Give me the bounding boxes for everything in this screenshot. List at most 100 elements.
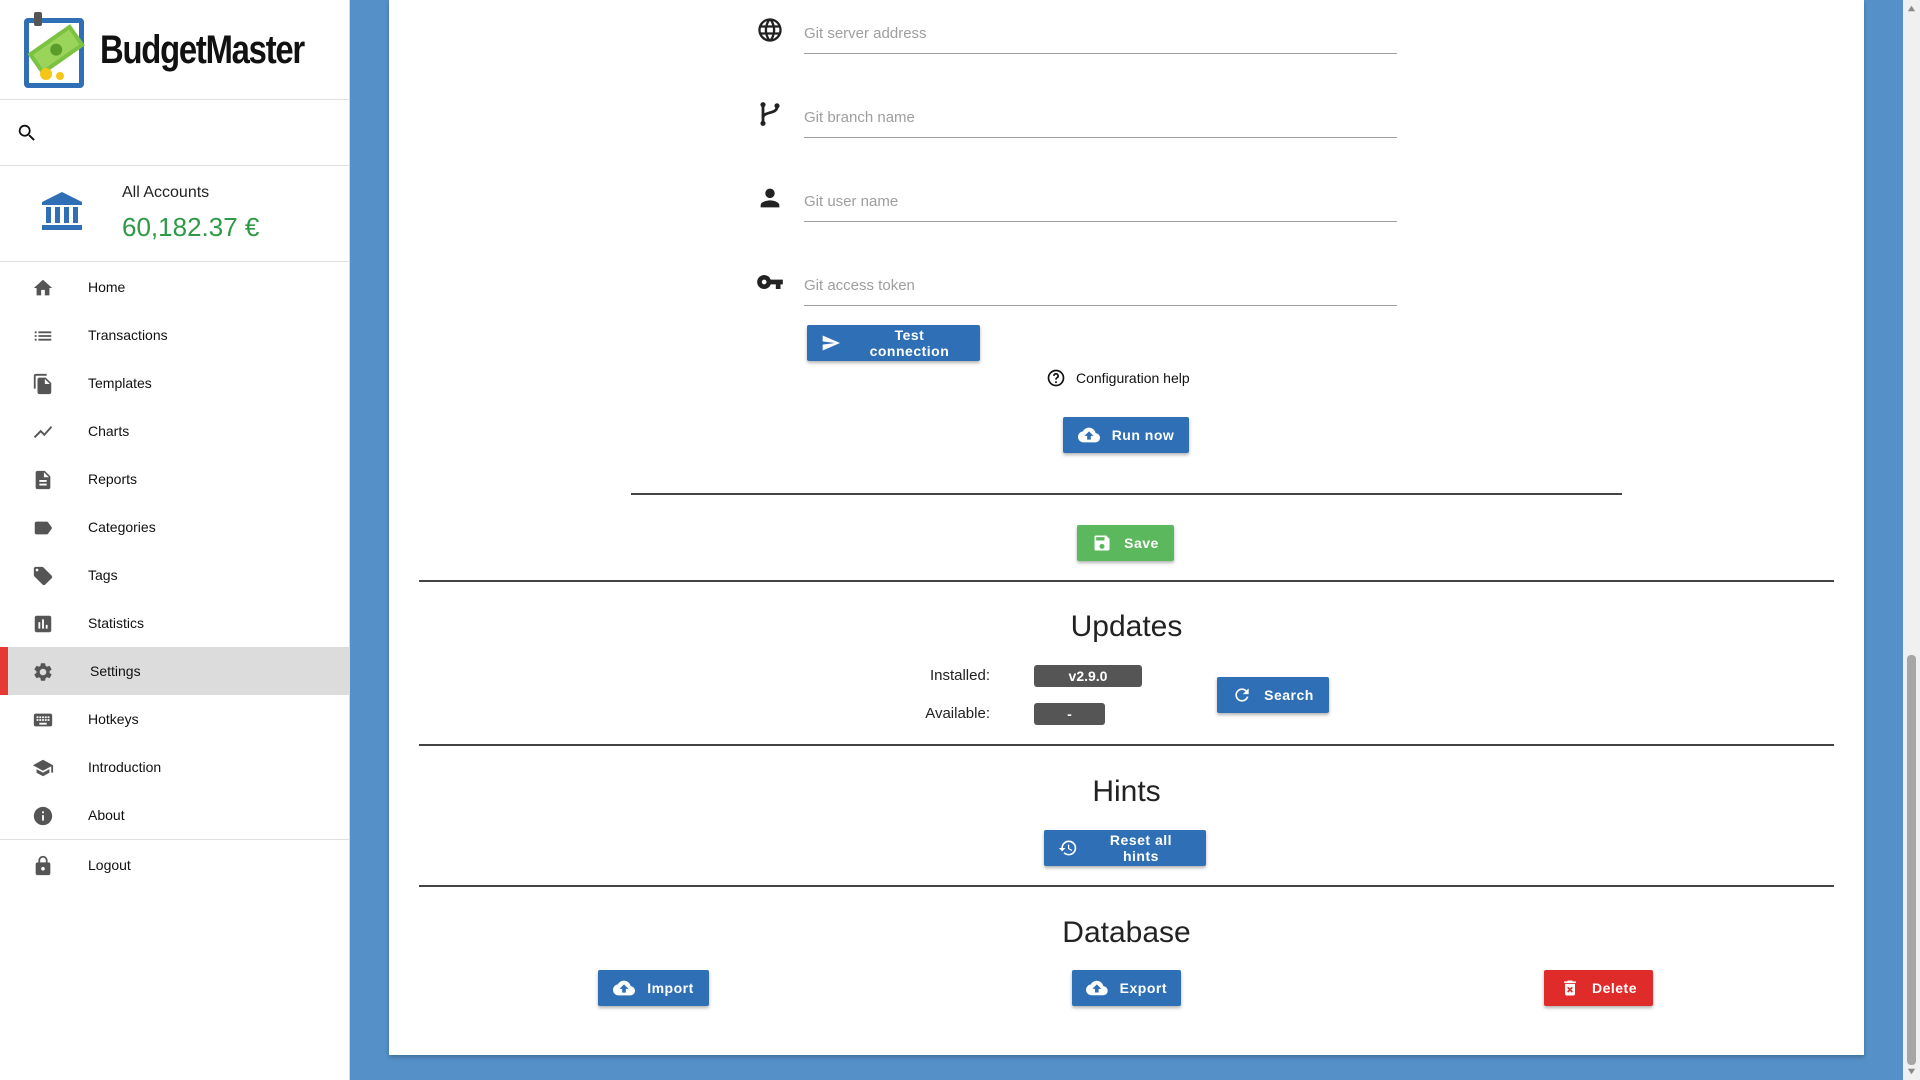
delete-label: Delete <box>1591 980 1638 996</box>
divider <box>631 493 1622 495</box>
sidebar-item-label: Templates <box>88 375 152 391</box>
sidebar-item-statistics[interactable]: Statistics <box>0 599 350 647</box>
sidebar-item-categories[interactable]: Categories <box>0 503 350 551</box>
budgetmaster-logo-icon <box>24 12 85 88</box>
configuration-help-link[interactable]: Configuration help <box>1046 368 1190 388</box>
logout-section: Logout <box>0 841 350 889</box>
sidebar-item-label: Hotkeys <box>88 711 139 727</box>
divider <box>419 744 1834 746</box>
save-button[interactable]: Save <box>1077 525 1174 561</box>
available-version-badge: - <box>1034 703 1105 725</box>
app-logo[interactable]: BudgetMaster <box>20 10 349 90</box>
sidebar-item-label: Introduction <box>88 759 162 775</box>
sidebar-item-transactions[interactable]: Transactions <box>0 311 350 359</box>
sidebar-item-reports[interactable]: Reports <box>0 455 350 503</box>
git-server-field <box>758 6 1397 54</box>
run-now-label: Run now <box>1111 427 1175 443</box>
divider <box>419 885 1834 887</box>
scroll-up-icon[interactable] <box>1907 4 1916 13</box>
git-token-input[interactable] <box>804 266 1397 306</box>
export-button[interactable]: Export <box>1072 970 1181 1006</box>
bar-chart-icon <box>34 615 52 633</box>
divider <box>0 839 350 840</box>
search-button[interactable] <box>16 122 38 149</box>
line-chart-icon <box>33 426 53 438</box>
label-icon <box>34 521 53 535</box>
globe-icon <box>758 18 782 42</box>
account-balance: 60,182.37 € <box>122 212 260 242</box>
sidebar-item-label: Tags <box>88 567 118 583</box>
database-heading: Database <box>1062 916 1191 949</box>
scrollbar-thumb[interactable] <box>1907 655 1916 1065</box>
gear-icon <box>34 663 52 681</box>
sidebar-item-label: Statistics <box>88 615 145 631</box>
sidebar-item-home[interactable]: Home <box>0 263 350 311</box>
git-server-input[interactable] <box>804 14 1397 54</box>
app-name: BudgetMaster <box>100 27 305 72</box>
keyboard-icon <box>33 713 53 727</box>
cloud-upload-icon <box>613 980 636 996</box>
save-label: Save <box>1124 535 1159 551</box>
sidebar-item-introduction[interactable]: Introduction <box>0 743 350 791</box>
cloud-download-icon <box>1086 980 1108 996</box>
tag-icon <box>33 566 53 586</box>
help-circle-icon <box>1047 369 1065 387</box>
hints-heading: Hints <box>1092 775 1161 808</box>
sidebar-item-hotkeys[interactable]: Hotkeys <box>0 695 350 743</box>
test-connection-button[interactable]: Test connection <box>807 325 980 361</box>
git-branch-field <box>760 90 1397 138</box>
sidebar-item-settings[interactable]: Settings <box>0 647 350 695</box>
send-icon <box>822 335 841 351</box>
refresh-icon <box>1235 688 1249 702</box>
person-icon <box>760 188 780 208</box>
lock-icon <box>35 855 51 876</box>
search-icon <box>18 124 35 141</box>
divider <box>0 165 350 166</box>
import-button[interactable]: Import <box>598 970 709 1006</box>
main-navigation: Home Transactions Templates Charts Repor… <box>0 263 350 839</box>
installed-label: Installed: <box>929 667 990 684</box>
sidebar-item-tags[interactable]: Tags <box>0 551 350 599</box>
settings-card: Test connection Configuration help Run n… <box>389 0 1864 1055</box>
scroll-down-icon[interactable] <box>1907 1067 1916 1076</box>
sidebar-item-charts[interactable]: Charts <box>0 407 350 455</box>
sidebar-item-label: Transactions <box>88 327 168 343</box>
updates-heading: Updates <box>1070 610 1183 643</box>
copy-icon <box>33 373 52 395</box>
import-label: Import <box>647 980 694 996</box>
page-scrollbar[interactable] <box>1903 0 1920 1080</box>
trash-icon <box>1564 980 1576 996</box>
divider <box>0 261 350 262</box>
cloud-upload-icon <box>1077 427 1100 443</box>
search-updates-button[interactable]: Search <box>1217 677 1329 713</box>
sidebar-item-templates[interactable]: Templates <box>0 359 350 407</box>
sidebar-item-about[interactable]: About <box>0 791 350 839</box>
reset-hints-label: Reset all hints <box>1109 832 1173 864</box>
key-icon <box>757 275 783 289</box>
export-label: Export <box>1119 980 1167 996</box>
delete-button[interactable]: Delete <box>1544 970 1653 1006</box>
git-branch-icon <box>760 102 780 126</box>
home-icon <box>33 279 53 296</box>
git-user-input[interactable] <box>804 182 1397 222</box>
sidebar-item-label: About <box>88 807 125 823</box>
divider <box>0 99 350 100</box>
list-icon <box>34 331 52 341</box>
configuration-help-label: Configuration help <box>1076 370 1190 386</box>
search-updates-label: Search <box>1264 687 1314 703</box>
git-user-field <box>760 174 1397 222</box>
reset-hints-button[interactable]: Reset all hints <box>1044 830 1206 866</box>
git-branch-input[interactable] <box>804 98 1397 138</box>
sidebar-item-label: Categories <box>88 519 156 535</box>
info-icon <box>33 806 53 826</box>
sidebar-item-label: Reports <box>88 471 138 487</box>
document-icon <box>35 470 51 490</box>
account-name: All Accounts <box>122 184 210 201</box>
available-label: Available: <box>925 705 990 722</box>
history-icon <box>1058 840 1077 856</box>
sidebar-item-label: Charts <box>88 423 130 439</box>
git-token-field <box>757 258 1397 306</box>
run-now-button[interactable]: Run now <box>1063 417 1189 453</box>
sidebar-item-logout[interactable]: Logout <box>0 841 350 889</box>
test-connection-label: Test connection <box>869 327 950 359</box>
